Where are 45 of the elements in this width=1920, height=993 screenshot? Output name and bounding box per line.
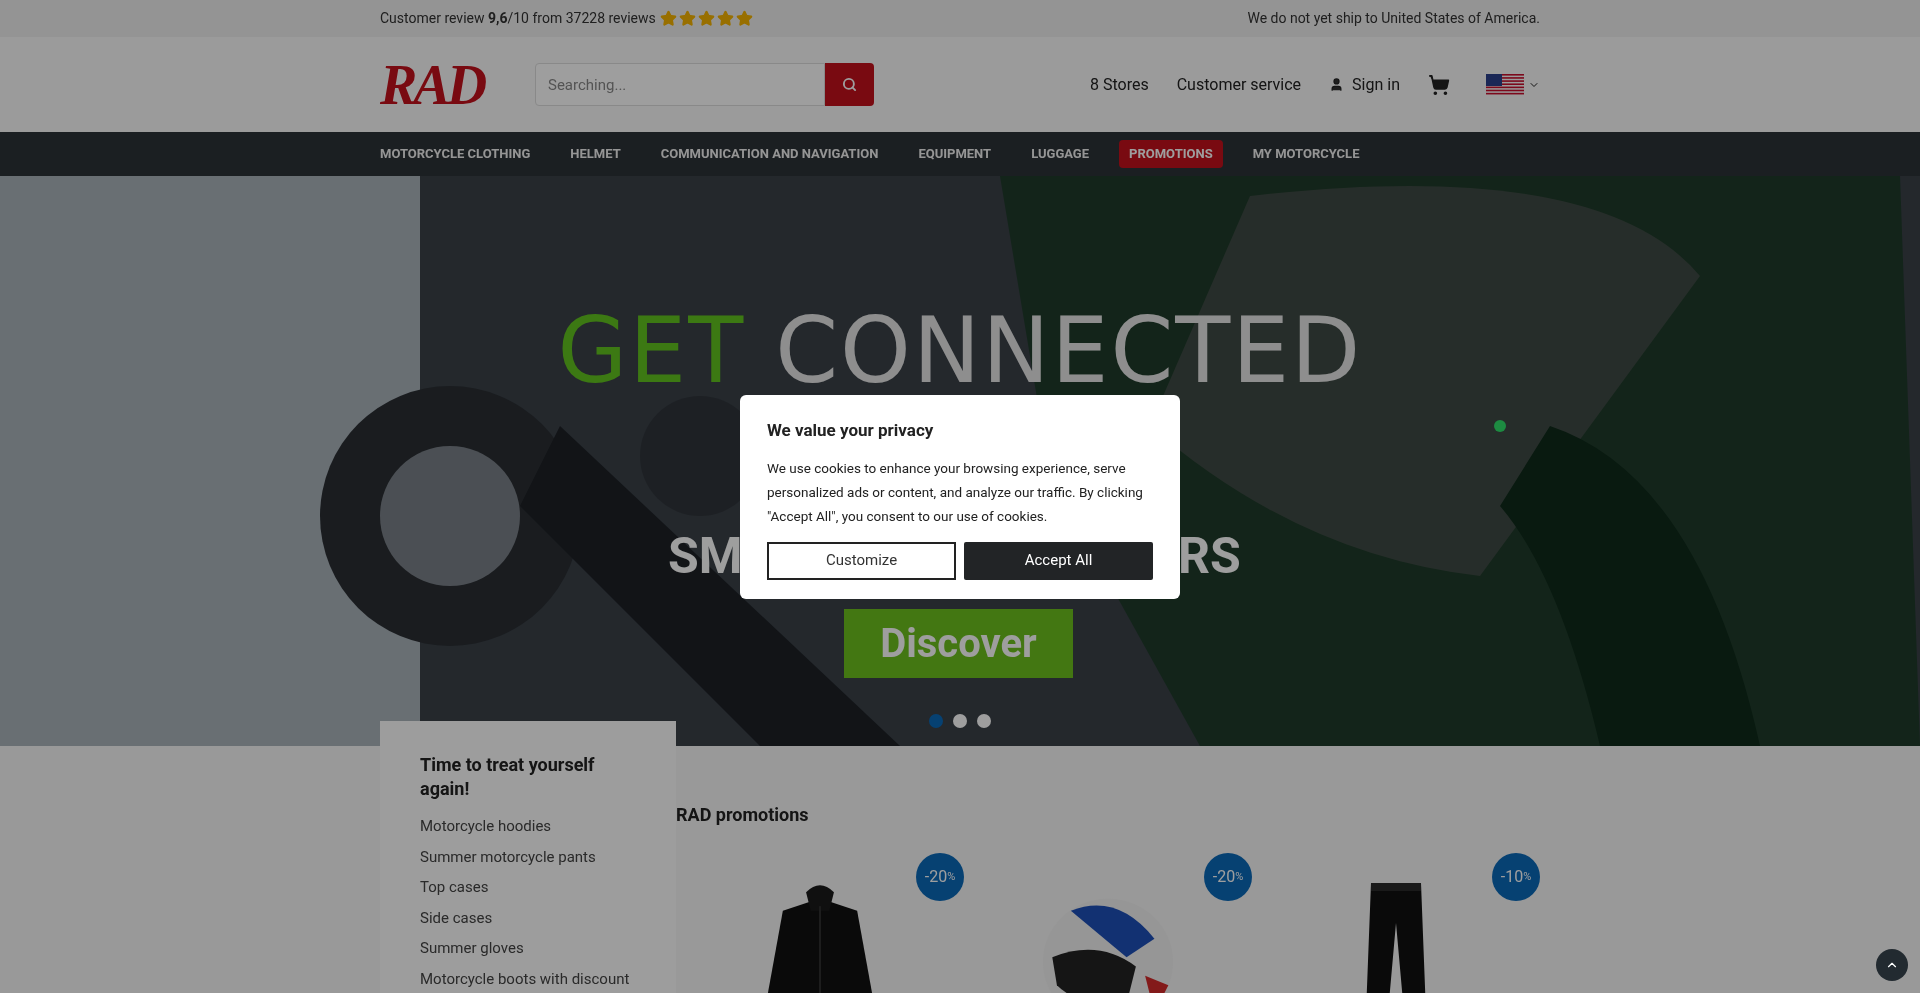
logo[interactable]: RAD	[380, 56, 535, 113]
star-icon	[735, 10, 753, 27]
hero-title: CONNECTED	[775, 306, 1363, 396]
sidebar-link[interactable]: Side cases	[420, 906, 636, 929]
discount-badge: -10%	[1492, 853, 1540, 901]
shipping-note: We do not yet ship to United States of America.	[1247, 9, 1540, 28]
hero-title-accent: GET	[557, 306, 746, 396]
nav-item[interactable]: LUGGAGE	[1021, 140, 1100, 168]
star-icon	[678, 10, 696, 27]
sidebar-link[interactable]: Top cases	[420, 876, 636, 899]
customize-button[interactable]: Customize	[767, 541, 956, 580]
sidebar-link[interactable]: Motorcycle boots with discount	[420, 967, 636, 990]
hero-subtitle: RS	[1178, 531, 1241, 581]
header-link[interactable]: 8 Stores	[1090, 72, 1149, 97]
search-button[interactable]	[825, 63, 874, 106]
dialog-title: We value your privacy	[767, 419, 935, 442]
search-field[interactable]: Searching...	[535, 63, 825, 106]
sidebar-title: Time to treat yourself again!	[420, 753, 596, 801]
sidebar-link[interactable]: Summer motorcycle pants	[420, 845, 636, 868]
section-title: RAD promotions	[676, 803, 810, 827]
nav-item[interactable]: COMMUNICATION AND NAVIGATION	[650, 140, 889, 168]
discount-badge: -20%	[1204, 853, 1252, 901]
star-icon	[716, 10, 734, 27]
header-link[interactable]: Customer service	[1176, 72, 1302, 97]
nav-item[interactable]: EQUIPMENT	[908, 140, 1002, 168]
sign-in-link[interactable]: Sign in	[1329, 72, 1400, 97]
nav-item[interactable]: HELMET	[560, 140, 631, 168]
star-icon	[697, 10, 715, 27]
discount-badge: -20%	[916, 853, 964, 901]
review-summary: Customer review 9,6/10 from 37228 reviews	[380, 9, 656, 28]
user-icon	[1329, 77, 1345, 92]
flag-icon	[1486, 73, 1524, 96]
nav-item[interactable]: MY MOTORCYCLE	[1242, 140, 1370, 168]
sidebar-link[interactable]: Motorcycle hoodies	[420, 815, 636, 838]
language-selector[interactable]	[1486, 73, 1540, 96]
nav-item[interactable]: MOTORCYCLE CLOTHING	[370, 140, 541, 168]
scroll-top-button[interactable]	[1876, 949, 1908, 981]
hero-subtitle: SM	[668, 531, 743, 581]
star-icon	[659, 10, 677, 27]
search-icon	[842, 77, 857, 92]
nav-item[interactable]: PROMOTIONS	[1119, 140, 1223, 168]
sidebar-link[interactable]: Summer gloves	[420, 937, 636, 960]
dialog-text: We use cookies to enhance your browsing experience, serve personalized ads or content, and analyze our traffic. By clicking "Accept All", you consent to our use of cookies.	[767, 458, 1144, 526]
accept-button[interactable]: Accept All	[964, 541, 1153, 580]
cart-icon[interactable]	[1428, 73, 1450, 96]
